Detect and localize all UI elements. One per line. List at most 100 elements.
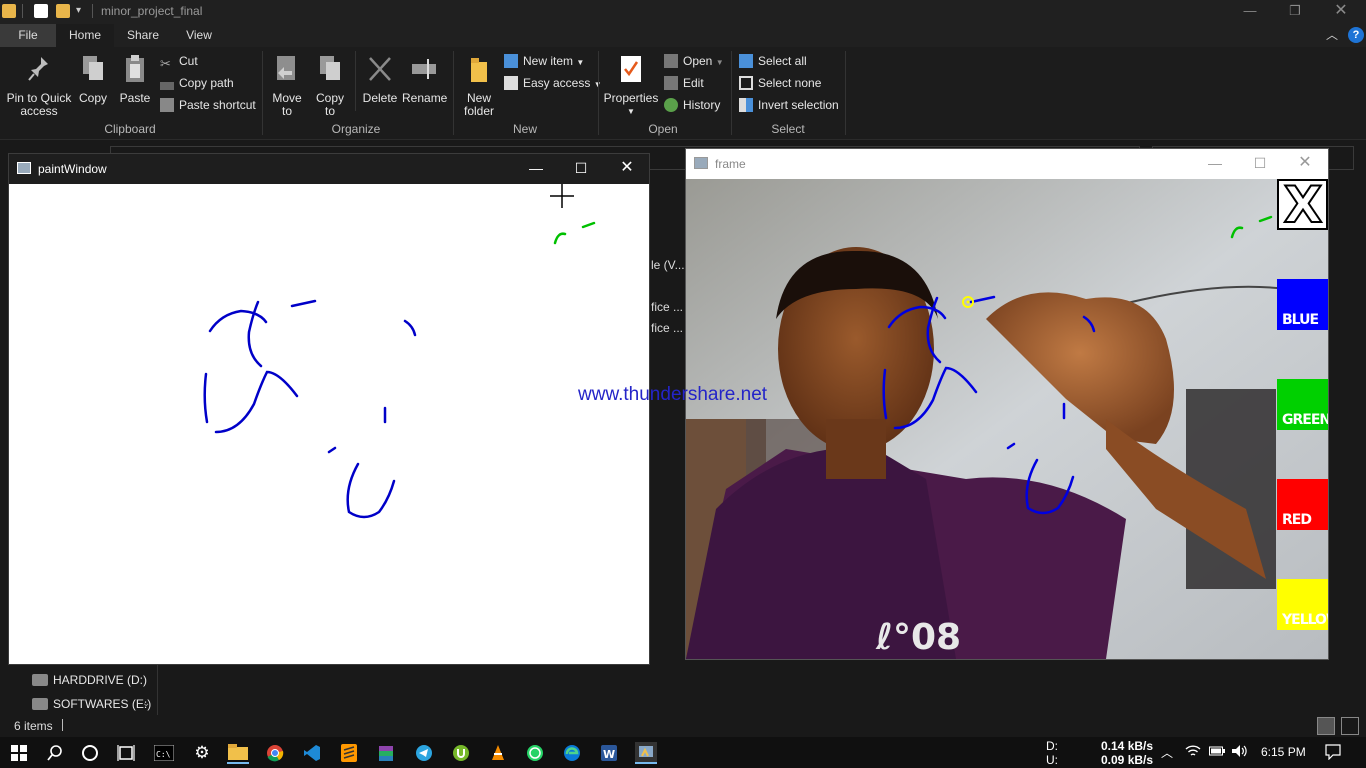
frame-window-title-bar[interactable]: frame — ☐ ✕ xyxy=(686,149,1328,179)
wifi-icon[interactable] xyxy=(1185,744,1201,761)
file-item-partial[interactable]: fice ... xyxy=(651,321,683,335)
green-label: GREEN xyxy=(1282,412,1328,428)
notification-icon[interactable] xyxy=(1325,744,1341,763)
collapse-ribbon-icon[interactable]: ︿ xyxy=(1322,24,1342,47)
pin-to-quick-access-button[interactable]: Pin to Quick access xyxy=(6,53,72,118)
chevron-up-icon[interactable]: ︿ xyxy=(1161,744,1173,761)
ribbon-separator xyxy=(731,51,732,135)
close-button[interactable]: ✕ xyxy=(1318,0,1364,24)
yellow-button[interactable]: YELLOW xyxy=(1277,579,1328,630)
ribbon-separator xyxy=(355,51,356,111)
drive-item-d[interactable]: HARDDRIVE (D:) xyxy=(32,670,147,690)
file-item-partial[interactable]: le (V... xyxy=(651,258,685,272)
battery-icon[interactable] xyxy=(1209,745,1225,760)
rename-button[interactable]: Rename xyxy=(402,53,447,105)
drive-item-e[interactable]: SOFTWARES (E:) xyxy=(32,694,151,714)
frame-window-title: frame xyxy=(715,157,746,171)
word-icon[interactable]: W xyxy=(598,742,620,764)
open-button[interactable]: Open ▼ xyxy=(664,51,724,71)
python-app-icon[interactable] xyxy=(635,742,657,764)
paint-canvas[interactable] xyxy=(9,184,649,664)
volume-icon[interactable] xyxy=(1231,744,1249,761)
paste-shortcut-icon xyxy=(160,98,174,112)
tab-share[interactable]: Share xyxy=(118,24,168,47)
minimize-button[interactable]: — xyxy=(513,154,559,184)
delete-button[interactable]: Delete xyxy=(360,53,400,105)
new-item-button[interactable]: New item ▼ xyxy=(504,51,584,71)
pane-divider xyxy=(157,665,158,715)
vscode-icon[interactable] xyxy=(301,742,323,764)
properties-label: Properties xyxy=(603,91,659,105)
easy-access-button[interactable]: Easy access ▼ xyxy=(504,73,602,93)
settings-gear-icon[interactable]: ⚙ xyxy=(191,742,213,764)
copy-to-button[interactable]: Copy to xyxy=(311,53,349,118)
cortana-icon[interactable] xyxy=(79,742,101,764)
group-label-open: Open xyxy=(648,122,678,136)
customize-toolbar-icon[interactable]: ▾ xyxy=(76,4,90,18)
chevron-down-icon[interactable]: ⌄ xyxy=(142,698,150,709)
select-none-button[interactable]: Select none xyxy=(739,73,821,93)
close-button[interactable]: ✕ xyxy=(1282,149,1328,179)
new-folder-button[interactable]: New folder xyxy=(458,53,500,118)
windows-start-icon[interactable] xyxy=(8,742,30,764)
minimize-button[interactable]: — xyxy=(1192,149,1238,179)
maximize-button[interactable]: ☐ xyxy=(558,154,604,184)
close-button[interactable]: ✕ xyxy=(604,154,650,184)
red-button[interactable]: RED xyxy=(1277,479,1328,530)
select-none-label: Select none xyxy=(758,76,822,90)
file-item-partial[interactable]: fice ... xyxy=(651,300,683,314)
select-all-button[interactable]: Select all xyxy=(739,51,807,71)
tab-file[interactable]: File xyxy=(0,24,56,47)
tab-view[interactable]: View xyxy=(174,24,224,47)
vlc-icon[interactable] xyxy=(487,742,509,764)
properties-button[interactable]: Properties ▼ xyxy=(603,53,659,118)
edge-icon[interactable] xyxy=(561,742,583,764)
copy-button[interactable]: Copy xyxy=(76,53,110,105)
paint-window[interactable]: paintWindow — ☐ ✕ xyxy=(8,153,650,665)
properties-quick-icon[interactable] xyxy=(34,4,48,18)
new-item-icon xyxy=(504,54,518,68)
minimize-button[interactable]: — xyxy=(1227,0,1273,24)
ribbon-tabs: File Home Share View ︿ ? xyxy=(0,24,1366,47)
net-download-speed: 0.14 kB/s xyxy=(1101,739,1154,753)
invert-selection-button[interactable]: Invert selection xyxy=(739,95,839,115)
green-button[interactable]: GREEN xyxy=(1277,379,1328,430)
edit-button[interactable]: Edit xyxy=(664,73,704,93)
move-to-button[interactable]: Move to xyxy=(268,53,306,118)
cut-button[interactable]: ✂ Cut xyxy=(160,51,198,71)
open-label: Open xyxy=(683,54,713,68)
file-explorer-icon[interactable] xyxy=(227,742,249,764)
webcam-feed[interactable]: ℓ°08 X BLUE GREEN RED YELLO xyxy=(686,179,1328,659)
chrome-icon[interactable] xyxy=(264,742,286,764)
whatsapp-icon[interactable] xyxy=(524,742,546,764)
clear-button[interactable]: X xyxy=(1277,179,1328,230)
frame-window[interactable]: frame — ☐ ✕ ℓ°08 X BLUE GREEN RED YELLO xyxy=(685,148,1329,660)
tab-home[interactable]: Home xyxy=(56,24,114,47)
large-icons-view-icon[interactable] xyxy=(1341,717,1359,735)
telegram-icon[interactable] xyxy=(413,742,435,764)
maximize-button[interactable]: ☐ xyxy=(1237,149,1283,179)
ribbon: Pin to Quick access Copy Paste ✂ Cut Copy… xyxy=(0,47,1366,140)
details-view-icon[interactable] xyxy=(1317,717,1335,735)
dropdown-arrow-icon: ▼ xyxy=(715,58,724,67)
paste-button[interactable]: Paste xyxy=(117,53,153,105)
restore-button[interactable]: ❐ xyxy=(1272,0,1318,24)
task-view-icon[interactable] xyxy=(115,742,137,764)
utorrent-icon[interactable] xyxy=(450,742,472,764)
explorer-title-bar: ▾ minor_project_final — ❐ ✕ xyxy=(0,0,1366,24)
paste-shortcut-button[interactable]: Paste shortcut xyxy=(160,95,256,115)
clock[interactable]: 6:15 PM xyxy=(1261,745,1306,759)
terminal-icon[interactable]: C:\ xyxy=(153,742,175,764)
status-bar: 6 items xyxy=(0,715,1366,737)
copy-path-button[interactable]: Copy path xyxy=(160,73,234,93)
new-item-label: New item xyxy=(523,54,574,68)
paint-window-title-bar[interactable]: paintWindow — ☐ ✕ xyxy=(9,154,649,184)
blue-button[interactable]: BLUE xyxy=(1277,279,1328,330)
history-button[interactable]: History xyxy=(664,95,720,115)
easy-access-icon xyxy=(504,76,518,90)
help-icon[interactable]: ? xyxy=(1348,27,1364,43)
search-icon[interactable] xyxy=(44,742,66,764)
sublime-icon[interactable] xyxy=(338,742,360,764)
winrar-icon[interactable] xyxy=(375,742,397,764)
new-folder-quick-icon[interactable] xyxy=(56,4,70,18)
